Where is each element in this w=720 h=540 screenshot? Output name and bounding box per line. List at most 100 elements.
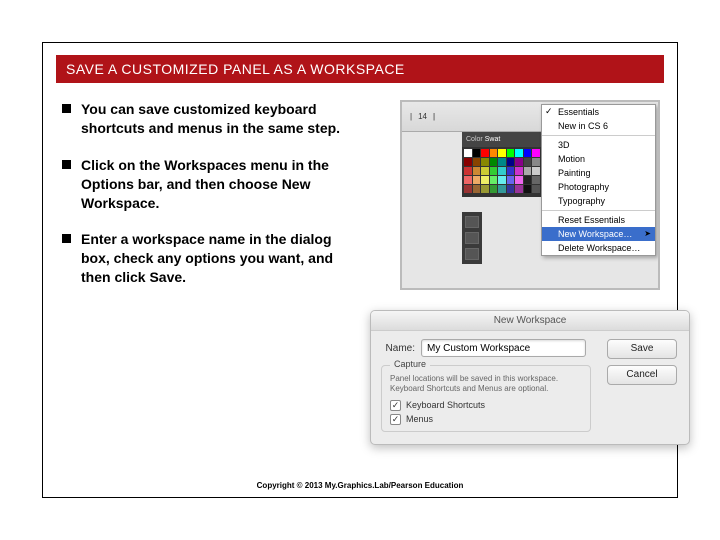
dialog-title: New Workspace [371, 311, 689, 331]
swatch-cell[interactable] [498, 158, 506, 166]
swatch-cell[interactable] [515, 185, 523, 193]
swatch-cell[interactable] [515, 149, 523, 157]
bullet-text: Enter a workspace name in the dialog box… [81, 230, 342, 287]
menu-item-reset[interactable]: Reset Essentials [542, 213, 655, 227]
bullet-item: Enter a workspace name in the dialog box… [62, 230, 342, 287]
swatch-cell[interactable] [524, 167, 532, 175]
swatch-cell[interactable] [524, 149, 532, 157]
swatch-cell[interactable] [490, 158, 498, 166]
swatch-cell[interactable] [473, 149, 481, 157]
copyright-text: Copyright © 2013 My.Graphics.Lab/Pearson… [0, 481, 720, 490]
bullet-square-icon [62, 160, 71, 169]
ruler-number: 14 [418, 112, 427, 121]
swatch-cell[interactable] [524, 176, 532, 184]
swatch-cell[interactable] [507, 149, 515, 157]
doc-tab-bar: | 14 | [402, 102, 542, 132]
swatch-cell[interactable] [481, 158, 489, 166]
panel-icon[interactable] [465, 248, 479, 260]
bullet-square-icon [62, 104, 71, 113]
workspace-dropdown-menu: Essentials New in CS 6 3D Motion Paintin… [541, 104, 656, 256]
swatch-cell[interactable] [473, 158, 481, 166]
swatch-cell[interactable] [498, 185, 506, 193]
new-workspace-dialog: New Workspace Name: My Custom Workspace … [370, 310, 690, 445]
swatch-cell[interactable] [515, 167, 523, 175]
panel-icon[interactable] [465, 216, 479, 228]
swatches-tab[interactable]: Swat [485, 136, 501, 143]
slide-title: SAVE A CUSTOMIZED PANEL AS A WORKSPACE [56, 55, 664, 83]
checkbox-icon: ✓ [390, 414, 401, 425]
bullet-text: Click on the Workspaces menu in the Opti… [81, 156, 342, 213]
checkbox-icon: ✓ [390, 400, 401, 411]
menu-separator [542, 210, 655, 211]
cursor-icon: ➤ [644, 229, 651, 238]
bullet-text: You can save customized keyboard shortcu… [81, 100, 342, 138]
swatch-cell[interactable] [532, 185, 540, 193]
swatch-cell[interactable] [490, 176, 498, 184]
swatch-cell[interactable] [507, 176, 515, 184]
swatch-cell[interactable] [507, 167, 515, 175]
swatch-cell[interactable] [515, 158, 523, 166]
menu-item-3d[interactable]: 3D [542, 138, 655, 152]
workspace-menu-screenshot: | 14 | Color Swat Essentials New in CS 6… [400, 100, 660, 290]
menu-separator [542, 135, 655, 136]
keyboard-shortcuts-checkbox[interactable]: ✓ Keyboard Shortcuts [390, 400, 582, 411]
ruler-mark: | [410, 112, 412, 121]
checkbox-label: Keyboard Shortcuts [406, 400, 485, 410]
menu-item-motion[interactable]: Motion [542, 152, 655, 166]
menu-item-essentials[interactable]: Essentials [542, 105, 655, 119]
capture-group: Capture Panel locations will be saved in… [381, 365, 591, 432]
swatch-cell[interactable] [481, 149, 489, 157]
swatch-cell[interactable] [464, 176, 472, 184]
swatch-cell[interactable] [498, 149, 506, 157]
save-button[interactable]: Save [607, 339, 677, 359]
swatch-cell[interactable] [532, 149, 540, 157]
menu-item-photography[interactable]: Photography [542, 180, 655, 194]
ruler-mark: | [433, 112, 435, 121]
bullet-square-icon [62, 234, 71, 243]
swatch-cell[interactable] [464, 158, 472, 166]
name-label: Name: [381, 343, 415, 354]
menu-item-painting[interactable]: Painting [542, 166, 655, 180]
swatch-cell[interactable] [507, 185, 515, 193]
swatch-cell[interactable] [481, 167, 489, 175]
menu-item-new-workspace[interactable]: New Workspace… ➤ [542, 227, 655, 241]
swatch-cell[interactable] [524, 158, 532, 166]
swatch-cell[interactable] [532, 176, 540, 184]
swatch-cell[interactable] [473, 176, 481, 184]
swatch-cell[interactable] [515, 176, 523, 184]
swatch-cell[interactable] [532, 158, 540, 166]
swatch-cell[interactable] [473, 185, 481, 193]
capture-note: Panel locations will be saved in this wo… [390, 374, 582, 395]
swatch-cell[interactable] [464, 185, 472, 193]
bullet-item: Click on the Workspaces menu in the Opti… [62, 156, 342, 213]
swatch-cell[interactable] [532, 167, 540, 175]
panel-tabs: Color Swat [462, 132, 542, 147]
panel-icon-strip [462, 212, 482, 264]
panel-icon[interactable] [465, 232, 479, 244]
checkbox-label: Menus [406, 414, 433, 424]
swatch-cell[interactable] [507, 158, 515, 166]
swatch-cell[interactable] [498, 176, 506, 184]
menu-item-typography[interactable]: Typography [542, 194, 655, 208]
swatch-cell[interactable] [524, 185, 532, 193]
swatch-cell[interactable] [498, 167, 506, 175]
swatch-cell[interactable] [464, 167, 472, 175]
color-tab[interactable]: Color [466, 136, 483, 143]
swatch-cell[interactable] [481, 176, 489, 184]
swatch-cell[interactable] [464, 149, 472, 157]
swatch-cell[interactable] [481, 185, 489, 193]
menu-item-delete-workspace[interactable]: Delete Workspace… [542, 241, 655, 255]
workspace-name-input[interactable]: My Custom Workspace [421, 339, 586, 357]
swatch-cell[interactable] [490, 149, 498, 157]
capture-legend: Capture [390, 359, 430, 369]
swatch-cell[interactable] [473, 167, 481, 175]
swatch-cell[interactable] [490, 185, 498, 193]
bullet-list: You can save customized keyboard shortcu… [62, 100, 342, 305]
menu-item-new-in-cs6[interactable]: New in CS 6 [542, 119, 655, 133]
menus-checkbox[interactable]: ✓ Menus [390, 414, 582, 425]
bullet-item: You can save customized keyboard shortcu… [62, 100, 342, 138]
swatch-cell[interactable] [490, 167, 498, 175]
cancel-button[interactable]: Cancel [607, 365, 677, 385]
menu-item-label: New Workspace… [558, 229, 632, 239]
swatches-grid [462, 147, 542, 197]
